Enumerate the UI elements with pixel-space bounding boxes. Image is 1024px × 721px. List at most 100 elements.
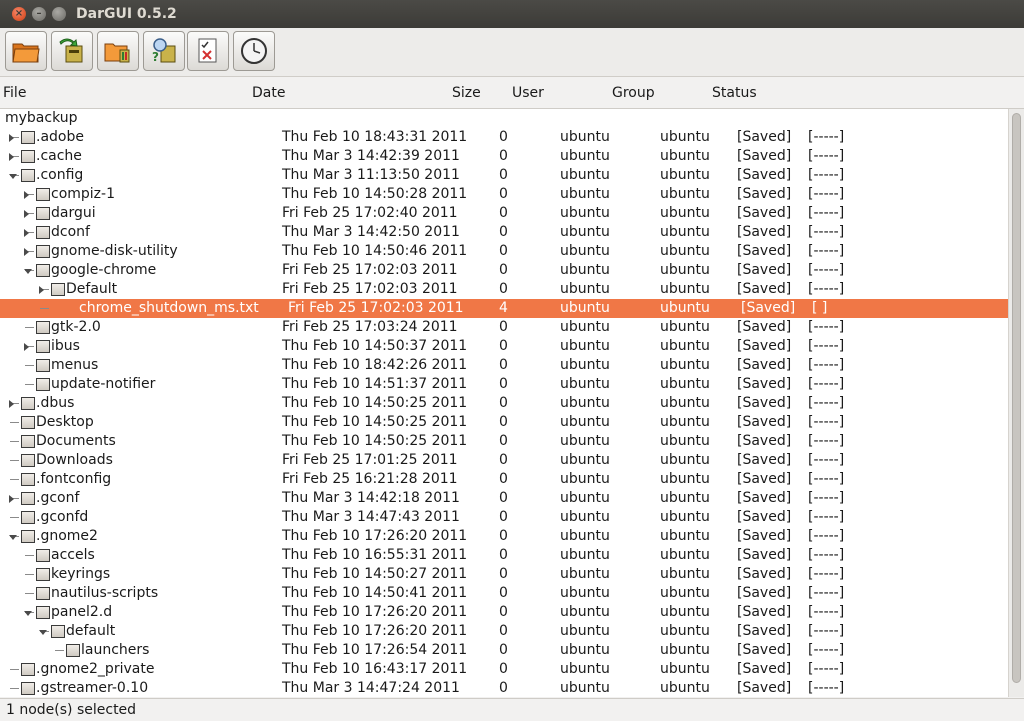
expand-arrow-icon[interactable] bbox=[9, 134, 14, 142]
row-name: .gstreamer-0.10 bbox=[36, 680, 149, 696]
restore-button[interactable] bbox=[51, 31, 93, 71]
expand-arrow-icon[interactable] bbox=[9, 400, 14, 408]
row-name: Documents bbox=[36, 433, 116, 449]
tree-row[interactable]: dargui Fri Feb 25 17:02:40 2011 0 ubuntu ubu… bbox=[0, 204, 1008, 223]
file-tree[interactable]: mybackup .adobe Thu Feb 10 18:43:31 2011 0… bbox=[0, 109, 1008, 697]
row-flag: [-----] bbox=[808, 262, 845, 278]
column-header-file[interactable]: File bbox=[3, 85, 26, 101]
collapse-arrow-icon[interactable] bbox=[24, 611, 32, 616]
tree-row[interactable]: Default Fri Feb 25 17:02:03 2011 0 ubuntu ub… bbox=[0, 280, 1008, 299]
row-name: default bbox=[66, 623, 116, 639]
tree-row[interactable]: gnome-disk-utility Thu Feb 10 14:50:46 20… bbox=[0, 242, 1008, 261]
row-flag: [-----] bbox=[808, 148, 845, 164]
row-status: [Saved] bbox=[737, 129, 792, 145]
close-window-button[interactable]: × bbox=[12, 7, 26, 21]
collapse-arrow-icon[interactable] bbox=[24, 269, 32, 274]
expand-arrow-icon[interactable] bbox=[9, 153, 14, 161]
row-size: 0 bbox=[499, 471, 508, 487]
diff-backup-button[interactable]: ? bbox=[143, 31, 185, 71]
row-user: ubuntu bbox=[560, 528, 610, 544]
row-status: [Saved] bbox=[737, 623, 792, 639]
tree-row[interactable]: accels Thu Feb 10 16:55:31 2011 0 ubuntu ubu… bbox=[0, 546, 1008, 565]
column-header-status[interactable]: Status bbox=[712, 85, 757, 101]
tree-row[interactable]: .cache Thu Mar 3 14:42:39 2011 0 ubuntu ubun… bbox=[0, 147, 1008, 166]
tree-row[interactable]: .gnome2_private Thu Feb 10 16:43:17 2011 0… bbox=[0, 660, 1008, 679]
tree-row[interactable]: Desktop Thu Feb 10 14:50:25 2011 0 ubuntu ub… bbox=[0, 413, 1008, 432]
row-group: ubuntu bbox=[660, 604, 710, 620]
tree-row[interactable]: ibus Thu Feb 10 14:50:37 2011 0 ubuntu ubunt… bbox=[0, 337, 1008, 356]
tree-row[interactable]: menus Thu Feb 10 18:42:26 2011 0 ubuntu ubun… bbox=[0, 356, 1008, 375]
expand-arrow-icon[interactable] bbox=[24, 343, 29, 351]
row-flag: [-----] bbox=[808, 585, 845, 601]
tree-row[interactable]: Downloads Fri Feb 25 17:01:25 2011 0 ubuntu… bbox=[0, 451, 1008, 470]
expand-arrow-icon[interactable] bbox=[24, 210, 29, 218]
row-user: ubuntu bbox=[560, 243, 610, 259]
tree-row[interactable]: .gconfd Thu Mar 3 14:47:43 2011 0 ubuntu ubu… bbox=[0, 508, 1008, 527]
row-user: ubuntu bbox=[560, 281, 610, 297]
collapse-arrow-icon[interactable] bbox=[9, 174, 17, 179]
tree-row[interactable]: chrome_shutdown_ms.txt Fri Feb 25 17:02:0… bbox=[0, 299, 1008, 318]
tree-row[interactable]: nautilus-scripts Thu Feb 10 14:50:41 2011… bbox=[0, 584, 1008, 603]
tree-row[interactable]: .dbus Thu Feb 10 14:50:25 2011 0 ubuntu ubun… bbox=[0, 394, 1008, 413]
row-size: 0 bbox=[499, 623, 508, 639]
row-user: ubuntu bbox=[560, 452, 610, 468]
expand-arrow-icon[interactable] bbox=[9, 495, 14, 503]
open-archive-button[interactable] bbox=[5, 31, 47, 71]
folder-icon bbox=[21, 150, 35, 163]
row-size: 0 bbox=[499, 528, 508, 544]
row-status: [Saved] bbox=[737, 376, 792, 392]
tree-row[interactable]: .gstreamer-0.10 Thu Mar 3 14:47:24 2011 0 u… bbox=[0, 679, 1008, 697]
row-size: 0 bbox=[499, 357, 508, 373]
tree-row[interactable]: google-chrome Fri Feb 25 17:02:03 2011 0 ub… bbox=[0, 261, 1008, 280]
row-name: accels bbox=[51, 547, 95, 563]
row-size: 0 bbox=[499, 224, 508, 240]
tree-row[interactable]: .fontconfig Fri Feb 25 16:21:28 2011 0 ubun… bbox=[0, 470, 1008, 489]
expand-arrow-icon[interactable] bbox=[24, 229, 29, 237]
maximize-window-button[interactable] bbox=[52, 7, 66, 21]
tree-row[interactable]: Documents Thu Feb 10 14:50:25 2011 0 ubuntu… bbox=[0, 432, 1008, 451]
column-header-group[interactable]: Group bbox=[612, 85, 655, 101]
folder-backup-icon bbox=[104, 43, 130, 63]
tree-row[interactable]: panel2.d Thu Feb 10 17:26:20 2011 0 ubuntu u… bbox=[0, 603, 1008, 622]
tree-row[interactable]: compiz-1 Thu Feb 10 14:50:28 2011 0 ubuntu u… bbox=[0, 185, 1008, 204]
tree-row[interactable]: .gconf Thu Mar 3 14:42:18 2011 0 ubuntu ubun… bbox=[0, 489, 1008, 508]
row-date: Thu Feb 10 14:50:41 2011 bbox=[282, 585, 468, 601]
row-name: .gconf bbox=[36, 490, 80, 506]
row-group: ubuntu bbox=[660, 566, 710, 582]
column-header-size[interactable]: Size bbox=[452, 85, 481, 101]
tree-row[interactable]: default Thu Feb 10 17:26:20 2011 0 ubuntu ub… bbox=[0, 622, 1008, 641]
row-group: ubuntu bbox=[660, 547, 710, 563]
row-flag: [-----] bbox=[808, 547, 845, 563]
tree-row[interactable]: dconf Thu Mar 3 14:42:50 2011 0 ubuntu ubunt… bbox=[0, 223, 1008, 242]
row-status: [Saved] bbox=[737, 509, 792, 525]
collapse-arrow-icon[interactable] bbox=[9, 535, 17, 540]
tree-row[interactable]: .adobe Thu Feb 10 18:43:31 2011 0 ubuntu ubu… bbox=[0, 128, 1008, 147]
tree-row[interactable]: launchers Thu Feb 10 17:26:54 2011 0 ubuntu… bbox=[0, 641, 1008, 660]
column-header-user[interactable]: User bbox=[512, 85, 544, 101]
tree-row[interactable]: gtk-2.0 Fri Feb 25 17:03:24 2011 0 ubuntu ub… bbox=[0, 318, 1008, 337]
schedule-button[interactable] bbox=[233, 31, 275, 71]
expand-arrow-icon[interactable] bbox=[39, 286, 44, 294]
column-header-date[interactable]: Date bbox=[252, 85, 285, 101]
test-archive-button[interactable] bbox=[187, 31, 229, 71]
title-bar: × – DarGUI 0.5.2 bbox=[0, 0, 1024, 28]
vertical-scrollbar[interactable] bbox=[1008, 109, 1024, 697]
tree-row[interactable]: .gnome2 Thu Feb 10 17:26:20 2011 0 ubuntu ub… bbox=[0, 527, 1008, 546]
create-backup-button[interactable] bbox=[97, 31, 139, 71]
expand-arrow-icon[interactable] bbox=[24, 248, 29, 256]
row-status: [Saved] bbox=[737, 661, 792, 677]
expand-arrow-icon[interactable] bbox=[24, 191, 29, 199]
tree-row[interactable]: update-notifier Thu Feb 10 14:51:37 2011 0… bbox=[0, 375, 1008, 394]
tree-row[interactable]: keyrings Thu Feb 10 14:50:27 2011 0 ubuntu u… bbox=[0, 565, 1008, 584]
tree-root[interactable]: mybackup bbox=[0, 109, 1008, 128]
tree-row[interactable]: .config Thu Mar 3 11:13:50 2011 0 ubuntu ubu… bbox=[0, 166, 1008, 185]
row-size: 0 bbox=[499, 281, 508, 297]
row-date: Thu Feb 10 17:26:20 2011 bbox=[282, 623, 468, 639]
row-date: Thu Mar 3 14:42:18 2011 bbox=[282, 490, 460, 506]
minimize-window-button[interactable]: – bbox=[32, 7, 46, 21]
folder-open-icon bbox=[12, 43, 40, 63]
collapse-arrow-icon[interactable] bbox=[39, 630, 47, 635]
row-user: ubuntu bbox=[560, 566, 610, 582]
row-size: 0 bbox=[499, 319, 508, 335]
scrollbar-thumb[interactable] bbox=[1012, 113, 1021, 683]
